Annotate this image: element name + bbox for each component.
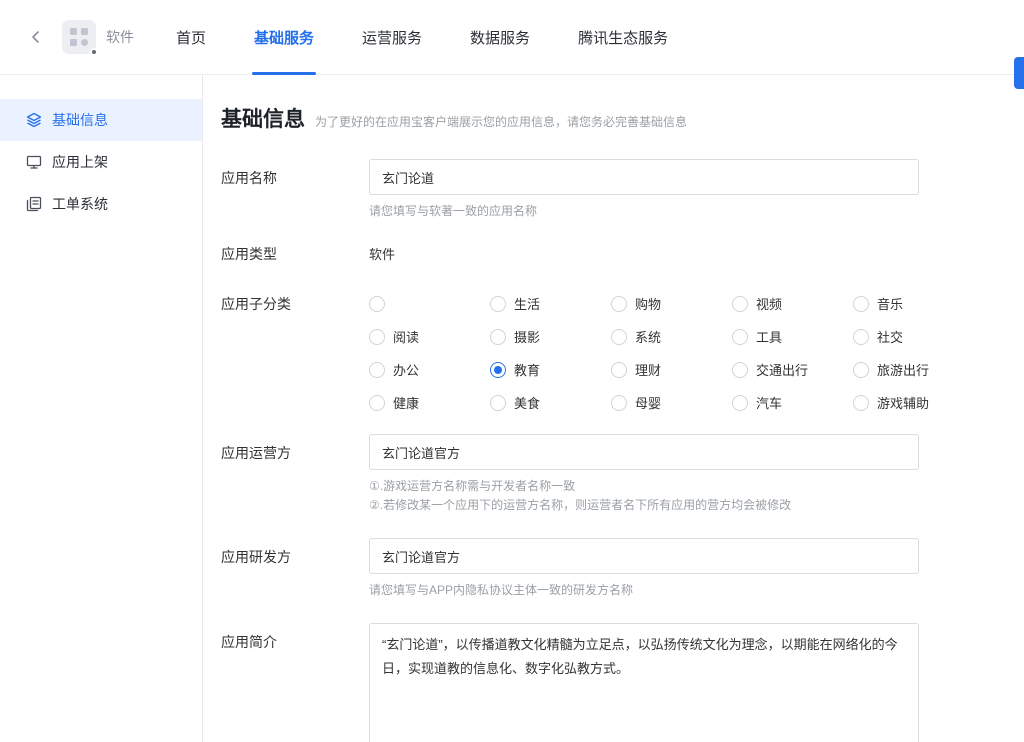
form-row-app-subcategory: 应用子分类 生活 购物 视频 音乐 阅读 摄影 系统 工具 社交 办公 教育 理… <box>221 294 1024 412</box>
app-intro-textarea[interactable]: “玄门论道”，以传播道教文化精髓为立足点，以弘扬传统文化为理念，以期能在网络化的… <box>369 623 919 742</box>
radio-icon <box>611 395 627 411</box>
app-operator-input[interactable] <box>369 434 919 470</box>
field-label: 应用研发方 <box>221 538 369 599</box>
radio-option[interactable]: 旅游出行 <box>853 360 974 379</box>
radio-icon <box>369 362 385 378</box>
radio-icon <box>611 362 627 378</box>
radio-icon <box>732 362 748 378</box>
radio-icon <box>369 395 385 411</box>
sidebar-item-label: 基础信息 <box>52 110 108 130</box>
radio-icon <box>853 329 869 345</box>
form-row-app-type: 应用类型 软件 <box>221 244 1024 264</box>
radio-option[interactable]: 社交 <box>853 327 974 346</box>
field-helper: ①.游戏运营方名称需与开发者名称一致 <box>369 478 1024 495</box>
form-row-app-intro: 应用简介 “玄门论道”，以传播道教文化精髓为立足点，以弘扬传统文化为理念，以期能… <box>221 623 1024 742</box>
tab-home[interactable]: 首页 <box>174 0 208 75</box>
form-row-app-operator: 应用运营方 ①.游戏运营方名称需与开发者名称一致 ②.若修改某一个应用下的运营方… <box>221 434 1024 514</box>
page-subtitle: 为了更好的在应用宝客户端展示您的应用信息，请您务必完善基础信息 <box>315 113 687 130</box>
app-logo-icon <box>62 20 96 54</box>
sidebar-item-label: 应用上架 <box>52 152 108 172</box>
tab-basic-services[interactable]: 基础服务 <box>252 0 316 75</box>
sidebar-item-app-launch[interactable]: 应用上架 <box>0 141 202 183</box>
radio-option[interactable]: 理财 <box>611 360 732 379</box>
radio-icon <box>369 329 385 345</box>
radio-icon <box>853 395 869 411</box>
radio-option[interactable]: 工具 <box>732 327 853 346</box>
radio-option[interactable]: 系统 <box>611 327 732 346</box>
tab-tencent-eco-services[interactable]: 腾讯生态服务 <box>576 0 670 75</box>
radio-icon <box>611 296 627 312</box>
radio-icon <box>853 362 869 378</box>
radio-option[interactable]: 摄影 <box>490 327 611 346</box>
field-label: 应用类型 <box>221 244 369 264</box>
document-copy-icon <box>26 196 42 212</box>
radio-option[interactable]: 母婴 <box>611 393 732 412</box>
radio-icon <box>490 296 506 312</box>
radio-icon <box>490 395 506 411</box>
radio-option[interactable]: 交通出行 <box>732 360 853 379</box>
app-name-input[interactable] <box>369 159 919 195</box>
tab-operation-services[interactable]: 运营服务 <box>360 0 424 75</box>
monitor-icon <box>26 154 42 170</box>
app-label: 软件 <box>106 27 134 47</box>
field-helper: 请您填写与软著一致的应用名称 <box>369 203 1024 220</box>
back-button[interactable] <box>24 25 48 49</box>
sidebar: 基础信息 应用上架 工单系统 <box>0 75 203 742</box>
sidebar-item-label: 工单系统 <box>52 194 108 214</box>
radio-checked-icon <box>490 362 506 378</box>
chevron-left-icon <box>28 29 44 45</box>
top-nav: 首页 基础服务 运营服务 数据服务 腾讯生态服务 <box>174 0 714 75</box>
radio-option[interactable]: 音乐 <box>853 294 974 313</box>
field-label: 应用运营方 <box>221 434 369 514</box>
radio-icon <box>490 329 506 345</box>
floating-edge-button[interactable] <box>1014 57 1024 89</box>
form-row-app-developer: 应用研发方 请您填写与APP内隐私协议主体一致的研发方名称 <box>221 538 1024 599</box>
subcategory-radio-group: 生活 购物 视频 音乐 阅读 摄影 系统 工具 社交 办公 教育 理财 交通出行… <box>369 294 1024 412</box>
main-content: 基础信息 为了更好的在应用宝客户端展示您的应用信息，请您务必完善基础信息 应用名… <box>203 75 1024 742</box>
radio-option[interactable]: 生活 <box>490 294 611 313</box>
app-developer-input[interactable] <box>369 538 919 574</box>
layers-icon <box>26 112 42 128</box>
field-helper: 请您填写与APP内隐私协议主体一致的研发方名称 <box>369 582 1024 599</box>
radio-option[interactable] <box>369 296 490 312</box>
app-type-value: 软件 <box>369 247 395 262</box>
radio-option[interactable]: 购物 <box>611 294 732 313</box>
sidebar-item-basic-info[interactable]: 基础信息 <box>0 99 202 141</box>
field-label: 应用简介 <box>221 623 369 742</box>
topbar: 软件 首页 基础服务 运营服务 数据服务 腾讯生态服务 <box>0 0 1024 75</box>
radio-icon <box>369 296 385 312</box>
field-helper: ②.若修改某一个应用下的运营方名称，则运营者名下所有应用的营方均会被修改 <box>369 497 1024 514</box>
page-header: 基础信息 为了更好的在应用宝客户端展示您的应用信息，请您务必完善基础信息 <box>221 103 1024 133</box>
field-label: 应用名称 <box>221 159 369 220</box>
radio-option[interactable]: 游戏辅助 <box>853 393 974 412</box>
radio-option[interactable]: 阅读 <box>369 327 490 346</box>
radio-icon <box>732 296 748 312</box>
page-title: 基础信息 <box>221 103 305 133</box>
radio-option[interactable]: 视频 <box>732 294 853 313</box>
radio-icon <box>732 329 748 345</box>
radio-icon <box>732 395 748 411</box>
radio-option[interactable]: 汽车 <box>732 393 853 412</box>
radio-icon <box>611 329 627 345</box>
radio-option[interactable]: 健康 <box>369 393 490 412</box>
form-row-app-name: 应用名称 请您填写与软著一致的应用名称 <box>221 159 1024 220</box>
radio-option[interactable]: 办公 <box>369 360 490 379</box>
radio-icon <box>853 296 869 312</box>
radio-option[interactable]: 美食 <box>490 393 611 412</box>
radio-option-selected[interactable]: 教育 <box>490 360 611 379</box>
field-label: 应用子分类 <box>221 294 369 412</box>
sidebar-item-ticket-system[interactable]: 工单系统 <box>0 183 202 225</box>
tab-data-services[interactable]: 数据服务 <box>468 0 532 75</box>
